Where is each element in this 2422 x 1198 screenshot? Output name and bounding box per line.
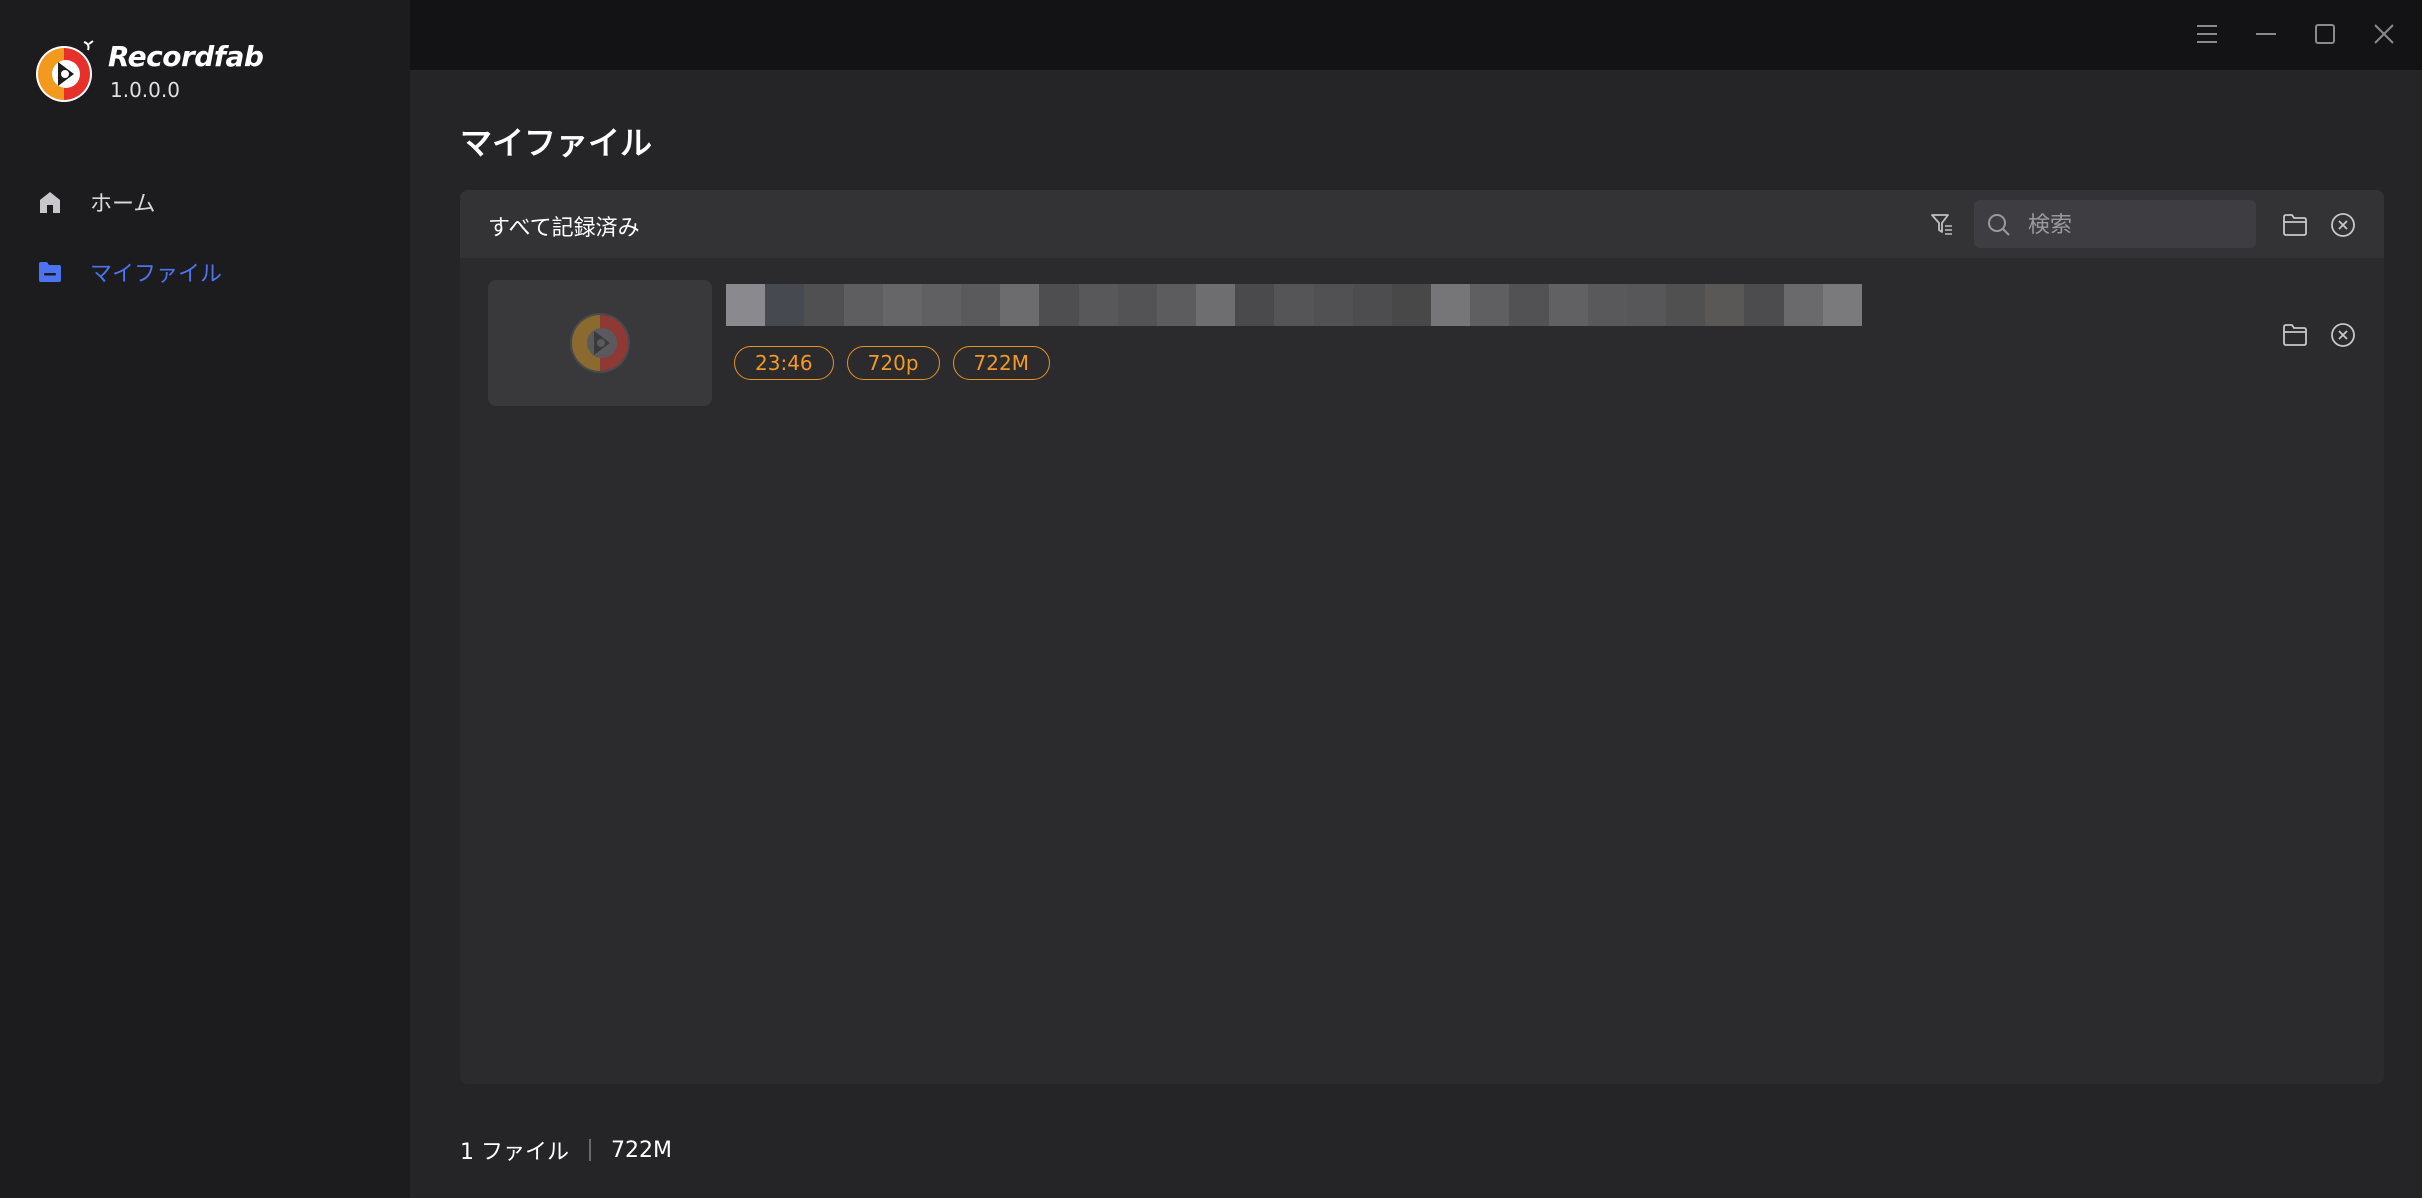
total-size: 722M (611, 1137, 672, 1163)
search-box[interactable] (1974, 200, 2256, 248)
clear-all-icon[interactable] (2326, 208, 2360, 242)
list-item[interactable]: 23:46 720p 722M (488, 280, 2368, 410)
video-thumbnail[interactable] (488, 280, 712, 406)
home-icon (36, 188, 64, 216)
minimize-icon[interactable] (2246, 14, 2286, 54)
sidebar-item-label: マイファイル (90, 262, 223, 287)
app-version: 1.0.0.0 (110, 78, 180, 102)
brand: Recordfab 1.0.0.0 (34, 38, 364, 108)
size-badge: 722M (952, 346, 1050, 380)
file-tags: 23:46 720p 722M (734, 346, 1050, 380)
open-folder-icon[interactable] (2278, 208, 2312, 242)
close-icon[interactable] (2364, 14, 2404, 54)
sidebar-item-home[interactable]: ホーム (36, 182, 376, 222)
resolution-badge: 720p (846, 346, 940, 380)
file-panel: すべて記録済み 検索 23:46 720p 722M (460, 190, 2384, 1084)
sidebar: Recordfab 1.0.0.0 ホーム マイファイル (0, 0, 410, 1198)
search-icon (1988, 214, 2010, 236)
app-name: Recordfab (108, 40, 264, 73)
file-count: 1 ファイル (460, 1140, 569, 1165)
open-file-folder-icon[interactable] (2278, 318, 2312, 352)
file-title (726, 284, 1862, 326)
status-bar: 1 ファイル 722M (460, 1134, 672, 1166)
maximize-icon[interactable] (2305, 14, 2345, 54)
page-title: マイファイル (460, 124, 653, 162)
menu-icon[interactable] (2187, 14, 2227, 54)
thumbnail-logo-icon (570, 313, 630, 373)
recordfab-logo (36, 40, 94, 102)
delete-file-icon[interactable] (2326, 318, 2360, 352)
status-divider (589, 1139, 591, 1161)
duration-badge: 23:46 (734, 346, 834, 380)
title-bar (410, 0, 2422, 70)
panel-header: すべて記録済み (460, 190, 2384, 258)
filter-label[interactable]: すべて記録済み (488, 210, 640, 242)
search-input[interactable] (2026, 206, 2250, 244)
sidebar-item-my-files[interactable]: マイファイル (36, 252, 376, 292)
folder-icon (36, 258, 64, 286)
sidebar-item-label: ホーム (90, 192, 156, 217)
filter-icon[interactable] (1926, 208, 1958, 240)
